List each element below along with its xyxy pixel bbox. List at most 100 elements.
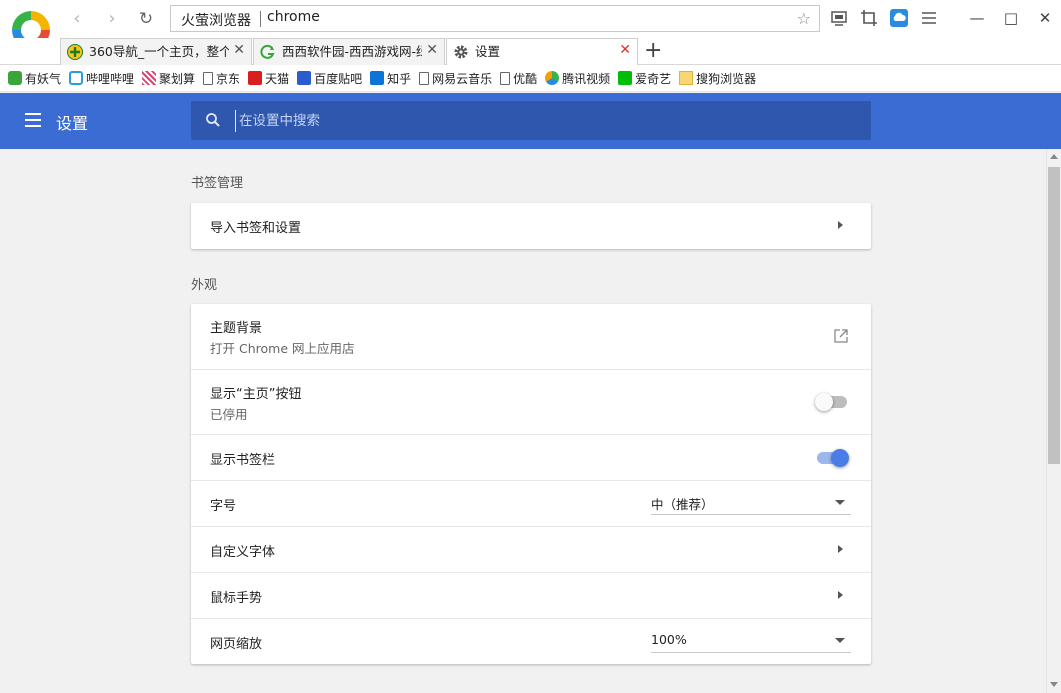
scrollbar-thumb[interactable] (1048, 167, 1060, 464)
cat-icon (8, 71, 22, 85)
row-label: 显示“主页”按钮 (210, 387, 302, 402)
bookmark-item[interactable]: 爱奇艺 (618, 70, 671, 87)
scroll-down-icon[interactable] (1050, 682, 1058, 687)
font-size-select[interactable]: 中（推荐） (651, 493, 851, 515)
bookmark-item[interactable]: 搜狗浏览器 (679, 70, 756, 87)
page-zoom-select[interactable]: 100% (651, 631, 851, 653)
title-bar: ‹ › ↻ 火萤浏览器 ☆ — □ ✕ (0, 0, 1061, 49)
hamburger-menu-icon[interactable] (25, 113, 41, 127)
row-label: 显示书签栏 (210, 453, 276, 468)
settings-search-input[interactable] (235, 110, 835, 132)
bookmark-item[interactable]: 天猫 (248, 70, 289, 87)
bookmark-item[interactable]: 哔哩哔哩 (69, 70, 134, 87)
tab-360-nav[interactable]: 360导航_一个主页，整个世界 ✕ (60, 38, 252, 65)
play-icon (545, 71, 560, 85)
close-icon[interactable]: ✕ (426, 42, 438, 58)
bookmark-item[interactable]: 京东 (203, 70, 240, 87)
section-title-appearance: 外观 (191, 278, 218, 293)
bookmark-item[interactable]: 聚划算 (142, 70, 195, 87)
custom-fonts-row[interactable]: 自定义字体 (191, 526, 871, 572)
bookmark-item[interactable]: 百度贴吧 (297, 70, 362, 87)
minimize-button[interactable]: — (962, 6, 992, 30)
chevron-right-icon (838, 221, 843, 229)
bookmarks-card: 导入书签和设置 (191, 203, 871, 249)
page-title: 设置 (56, 114, 89, 133)
tmall-icon (248, 71, 263, 85)
iqiyi-icon (618, 71, 633, 85)
bookmark-label: 网易云音乐 (432, 71, 493, 86)
vertical-scrollbar[interactable] (1046, 149, 1061, 693)
tab-title: 360导航_一个主页，整个世界 (89, 44, 229, 59)
external-link-icon[interactable] (833, 328, 849, 344)
gear-icon (454, 45, 468, 59)
tv-icon (69, 71, 84, 85)
row-sublabel: 打开 Chrome 网上应用店 (210, 341, 355, 356)
main-menu-icon[interactable] (919, 8, 939, 28)
address-prefix: 火萤浏览器 (181, 13, 251, 29)
close-window-button[interactable]: ✕ (1030, 6, 1060, 30)
page-icon (419, 71, 430, 85)
select-value: 100% (651, 632, 687, 647)
caret-down-icon (835, 500, 845, 505)
bookmark-label: 天猫 (265, 71, 290, 86)
caret-down-icon (835, 638, 845, 643)
home-button-toggle[interactable] (815, 393, 849, 411)
cloud-icon[interactable] (889, 8, 909, 28)
settings-content: 书签管理 导入书签和设置 外观 主题背景 打开 Chrome 网上应用店 显示“… (0, 149, 1046, 693)
page-icon (500, 71, 511, 85)
bookmark-label: 哔哩哔哩 (86, 71, 135, 86)
maximize-button[interactable]: □ (996, 6, 1026, 30)
tab-settings[interactable]: 设置 ✕ (446, 38, 638, 65)
theme-row[interactable]: 主题背景 打开 Chrome 网上应用店 (191, 304, 871, 369)
green-g-icon (260, 44, 275, 59)
forward-button[interactable]: › (100, 7, 124, 31)
address-bar[interactable]: 火萤浏览器 ☆ (170, 5, 820, 32)
address-input[interactable] (267, 9, 767, 25)
back-button[interactable]: ‹ (65, 7, 89, 31)
settings-search-box[interactable] (191, 101, 871, 140)
close-icon[interactable]: ✕ (619, 42, 631, 58)
bookmark-label: 京东 (216, 71, 241, 86)
appearance-card: 主题背景 打开 Chrome 网上应用店 显示“主页”按钮 已停用 显示书签栏 (191, 304, 871, 664)
font-size-row: 字号 中（推荐） (191, 480, 871, 526)
bookmark-label: 百度贴吧 (314, 71, 363, 86)
row-sublabel: 已停用 (210, 407, 248, 422)
row-label: 主题背景 (210, 321, 263, 336)
tab-cr173[interactable]: 西西软件园-西西游戏网-绿色软件下载 ✕ (253, 38, 445, 65)
toggle-knob (831, 449, 849, 467)
bookmark-star-icon[interactable]: ☆ (797, 9, 811, 28)
row-label: 导入书签和设置 (210, 221, 302, 236)
folder-icon (679, 71, 694, 85)
bookmark-item[interactable]: 优酷 (500, 70, 537, 87)
address-separator (260, 11, 261, 27)
plus-circle-icon (67, 44, 83, 60)
import-bookmarks-row[interactable]: 导入书签和设置 (191, 203, 871, 249)
row-label: 自定义字体 (210, 545, 276, 560)
reload-button[interactable]: ↻ (134, 7, 158, 31)
crop-icon[interactable] (859, 8, 879, 28)
scroll-up-icon[interactable] (1050, 154, 1058, 159)
row-label: 字号 (210, 499, 237, 514)
row-label: 网页缩放 (210, 637, 263, 652)
bookmark-label: 腾讯视频 (562, 71, 611, 86)
bookmark-label: 聚划算 (159, 71, 196, 86)
bookmark-label: 爱奇艺 (635, 71, 672, 86)
close-icon[interactable]: ✕ (233, 42, 245, 58)
bookmarks-bar-toggle[interactable] (815, 449, 849, 467)
home-button-row: 显示“主页”按钮 已停用 (191, 369, 871, 434)
bookmark-item[interactable]: 腾讯视频 (545, 70, 610, 87)
browser-window: ‹ › ↻ 火萤浏览器 ☆ — □ ✕ (0, 0, 1061, 693)
bookmark-item[interactable]: 知乎 (370, 70, 411, 87)
screen-cast-icon[interactable] (829, 8, 849, 28)
new-tab-button[interactable]: + (644, 38, 662, 63)
mouse-gestures-row[interactable]: 鼠标手势 (191, 572, 871, 618)
bookmark-label: 优酷 (513, 71, 538, 86)
grid-icon (142, 71, 157, 85)
bookmark-item[interactable]: 网易云音乐 (419, 70, 492, 87)
bookmark-item[interactable]: 有妖气 (8, 70, 61, 87)
chevron-right-icon (838, 545, 843, 553)
page-zoom-row: 网页缩放 100% (191, 618, 871, 664)
zhihu-icon (370, 71, 385, 85)
bookmark-label: 搜狗浏览器 (696, 71, 757, 86)
select-value: 中（推荐） (651, 497, 714, 512)
